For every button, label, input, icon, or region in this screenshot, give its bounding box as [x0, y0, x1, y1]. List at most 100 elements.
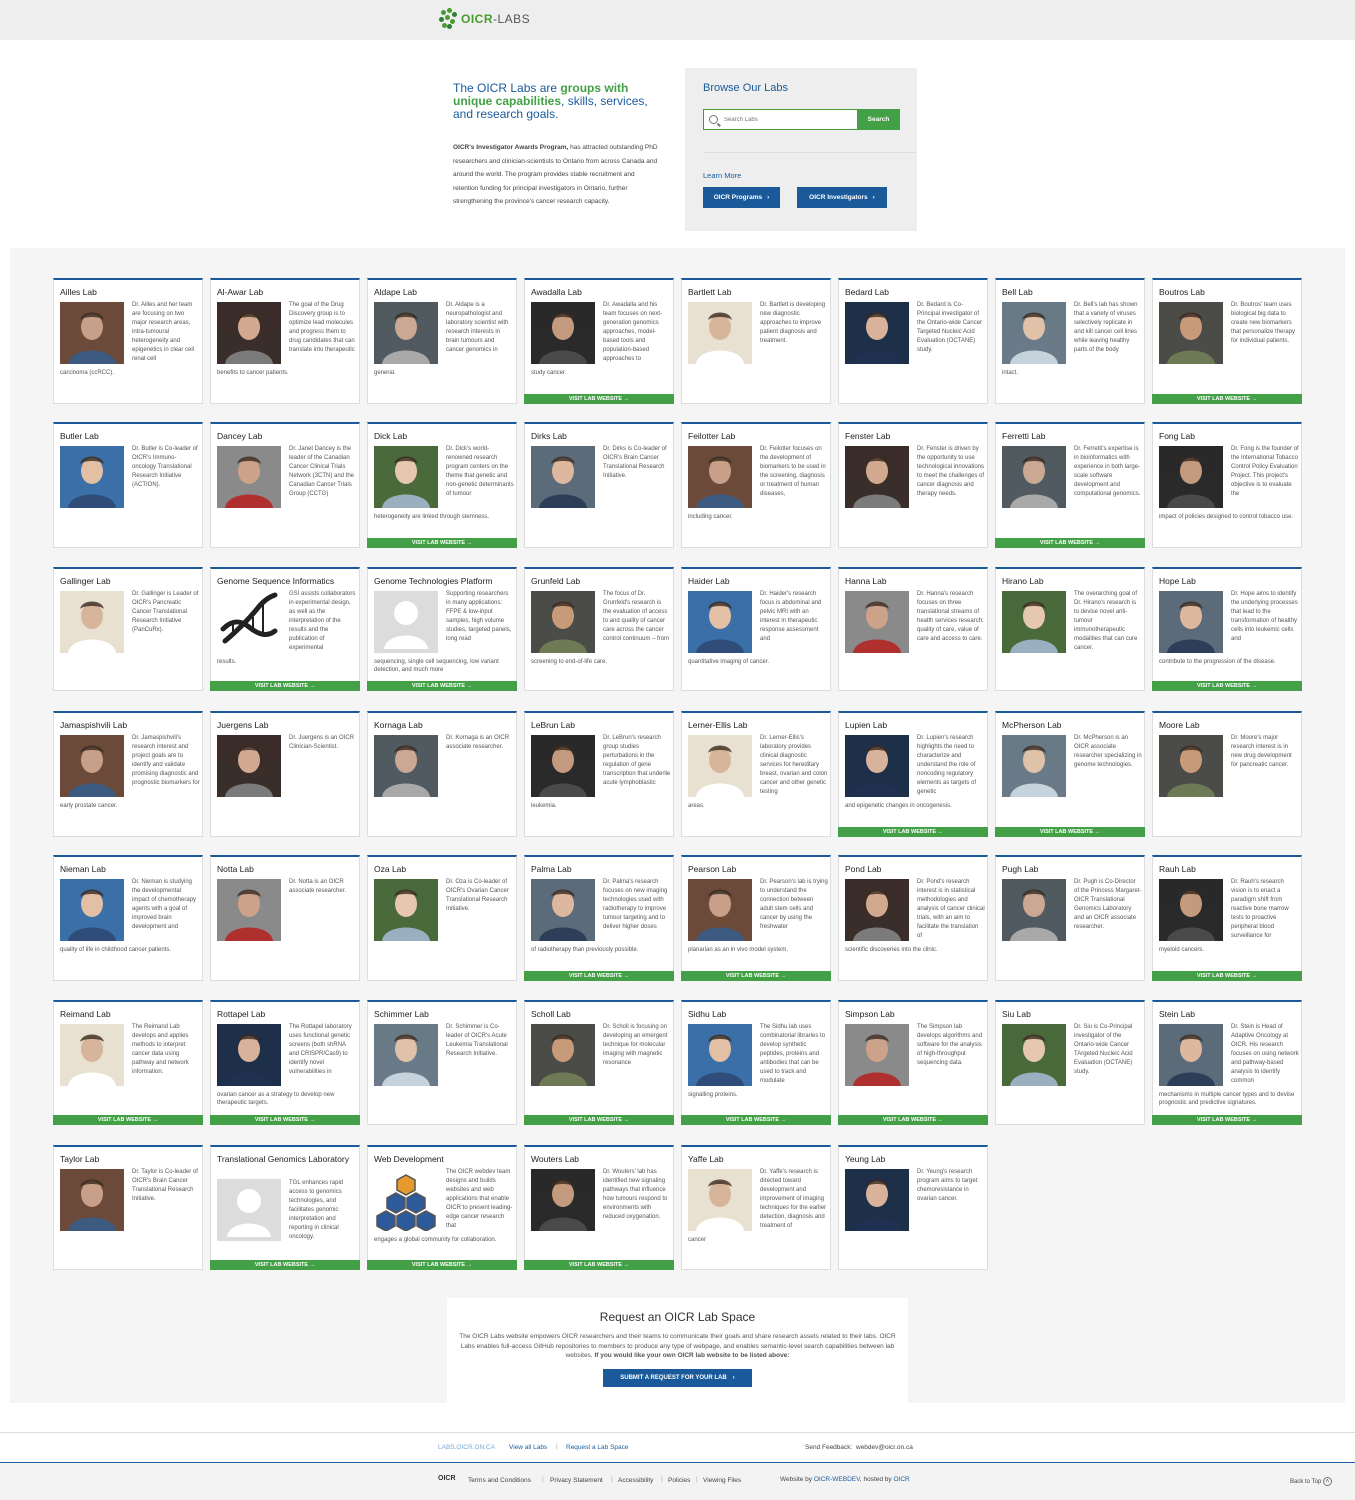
lab-card[interactable]: Dick Lab Dr. Dick's world-renowned resear… [367, 422, 517, 548]
lab-title[interactable]: Ailles Lab [60, 288, 200, 297]
lab-card[interactable]: Grunfeld Lab The focus of Dr. Grunfeld's … [524, 567, 674, 691]
lab-title[interactable]: Lupien Lab [845, 721, 985, 730]
lab-title[interactable]: Translational Genomics Laboratory [217, 1155, 357, 1164]
lab-card[interactable]: Boutros Lab Dr. Boutros' team uses biolog… [1152, 278, 1302, 404]
lab-card[interactable]: Kornaga Lab Dr. Kornaga is an OICR associ… [367, 711, 517, 837]
visit-lab-website-button[interactable]: VISIT LAB WEBSITE → [524, 394, 674, 404]
lab-title[interactable]: Scholl Lab [531, 1010, 671, 1019]
lab-title[interactable]: Yaffe Lab [688, 1155, 828, 1164]
lab-card[interactable]: Translational Genomics Laboratory TGL enh… [210, 1145, 360, 1270]
lab-card[interactable]: Genome Technologies Platform Supporting r… [367, 567, 517, 691]
lab-card[interactable]: Genome Sequence Informatics GSI assists c… [210, 567, 360, 691]
visit-lab-website-button[interactable]: VISIT LAB WEBSITE → [210, 1115, 360, 1125]
site-url-link[interactable]: LABS.OICR.ON.CA [438, 1444, 495, 1451]
lab-card[interactable]: Pugh Lab Dr. Pugh is Co-Director of the P… [995, 855, 1145, 981]
lab-card[interactable]: Siu Lab Dr. Siu is Co-Principal investiga… [995, 1000, 1145, 1125]
lab-title[interactable]: Ferretti Lab [1002, 432, 1142, 441]
lab-card[interactable]: Lupien Lab Dr. Lupien's research highligh… [838, 711, 988, 837]
lab-title[interactable]: Pond Lab [845, 865, 985, 874]
search-button[interactable]: Search [857, 109, 900, 130]
lab-title[interactable]: Jamaspishvili Lab [60, 721, 200, 730]
lab-title[interactable]: Bedard Lab [845, 288, 985, 297]
lab-card[interactable]: Hope Lab Dr. Hope aims to identify the un… [1152, 567, 1302, 691]
lab-card[interactable]: Pearson Lab Dr. Pearson's lab is trying t… [681, 855, 831, 981]
lab-card[interactable]: Fong Lab Dr. Fong is the founder of the I… [1152, 422, 1302, 548]
visit-lab-website-button[interactable]: VISIT LAB WEBSITE → [1152, 681, 1302, 691]
lab-title[interactable]: Siu Lab [1002, 1010, 1142, 1019]
lab-title[interactable]: Rauh Lab [1159, 865, 1299, 874]
lab-title[interactable]: Sidhu Lab [688, 1010, 828, 1019]
lab-card[interactable]: Bell Lab Dr. Bell's lab has shown that a … [995, 278, 1145, 404]
lab-title[interactable]: Grunfeld Lab [531, 577, 671, 586]
lab-title[interactable]: Kornaga Lab [374, 721, 514, 730]
footer-link-policies[interactable]: Policies [668, 1477, 690, 1484]
lab-card[interactable]: Stein Lab Dr. Stein is Head of Adaptive O… [1152, 1000, 1302, 1125]
lab-card[interactable]: Pond Lab Dr. Pond's research interest is … [838, 855, 988, 981]
oicr-investigators-button[interactable]: OICR Investigators › [797, 187, 887, 208]
visit-lab-website-button[interactable]: VISIT LAB WEBSITE → [995, 827, 1145, 837]
lab-card[interactable]: Rauh Lab Dr. Rauh's research vision is to… [1152, 855, 1302, 981]
footer-link-privacy[interactable]: Privacy Statement [550, 1477, 603, 1484]
lab-card[interactable]: Dancey Lab Dr. Janet Dancey is the leader… [210, 422, 360, 548]
lab-title[interactable]: Moore Lab [1159, 721, 1299, 730]
lab-title[interactable]: Juergens Lab [217, 721, 357, 730]
lab-title[interactable]: Hope Lab [1159, 577, 1299, 586]
lab-title[interactable]: Fenster Lab [845, 432, 985, 441]
lab-card[interactable]: Reimand Lab The Reimand Lab develops and … [53, 1000, 203, 1125]
lab-title[interactable]: Hirano Lab [1002, 577, 1142, 586]
lab-title[interactable]: Aldape Lab [374, 288, 514, 297]
lab-title[interactable]: Reimand Lab [60, 1010, 200, 1019]
lab-card[interactable]: Moore Lab Dr. Moore's major research inte… [1152, 711, 1302, 837]
lab-card[interactable]: Gallinger Lab Dr. Gallinger is Leader of … [53, 567, 203, 691]
lab-card[interactable]: McPherson Lab Dr. McPherson is an OICR as… [995, 711, 1145, 837]
lab-title[interactable]: Palma Lab [531, 865, 671, 874]
lab-title[interactable]: LeBrun Lab [531, 721, 671, 730]
lab-title[interactable]: Taylor Lab [60, 1155, 200, 1164]
lab-card[interactable]: Schimmer Lab Dr. Schimmer is Co-leader of… [367, 1000, 517, 1125]
visit-lab-website-button[interactable]: VISIT LAB WEBSITE → [524, 1115, 674, 1125]
lab-title[interactable]: Lerner-Ellis Lab [688, 721, 828, 730]
lab-card[interactable]: Oza Lab Dr. Oza is Co-leader of OICR's Ov… [367, 855, 517, 981]
feedback-email-link[interactable]: webdev@oicr.on.ca [856, 1444, 913, 1451]
visit-lab-website-button[interactable]: VISIT LAB WEBSITE → [367, 681, 517, 691]
lab-card[interactable]: Bartlett Lab Dr. Bartlett is developing n… [681, 278, 831, 404]
lab-card[interactable]: Awadalla Lab Dr. Awadalla and his team fo… [524, 278, 674, 404]
lab-title[interactable]: Rottapel Lab [217, 1010, 357, 1019]
lab-card[interactable]: Web Development The OICR webdev team desi… [367, 1145, 517, 1270]
lab-title[interactable]: Web Development [374, 1155, 514, 1164]
host-link[interactable]: OICR [893, 1476, 909, 1483]
visit-lab-website-button[interactable]: VISIT LAB WEBSITE → [838, 827, 988, 837]
lab-card[interactable]: Taylor Lab Dr. Taylor is Co-leader of OIC… [53, 1145, 203, 1270]
lab-title[interactable]: Pearson Lab [688, 865, 828, 874]
lab-title[interactable]: Oza Lab [374, 865, 514, 874]
visit-lab-website-button[interactable]: VISIT LAB WEBSITE → [1152, 1115, 1302, 1125]
lab-card[interactable]: Ferretti Lab Dr. Ferretti's expertise is … [995, 422, 1145, 548]
search-input[interactable] [724, 116, 844, 123]
lab-title[interactable]: Nieman Lab [60, 865, 200, 874]
visit-lab-website-button[interactable]: VISIT LAB WEBSITE → [367, 1260, 517, 1270]
lab-title[interactable]: Bartlett Lab [688, 288, 828, 297]
lab-title[interactable]: Wouters Lab [531, 1155, 671, 1164]
visit-lab-website-button[interactable]: VISIT LAB WEBSITE → [838, 1115, 988, 1125]
lab-card[interactable]: Aldape Lab Dr. Aldape is a neuropathologi… [367, 278, 517, 404]
lab-title[interactable]: Boutros Lab [1159, 288, 1299, 297]
request-lab-space-link[interactable]: Request a Lab Space [566, 1444, 629, 1451]
view-all-labs-link[interactable]: View all Labs [509, 1444, 547, 1451]
lab-title[interactable]: Gallinger Lab [60, 577, 200, 586]
lab-title[interactable]: Stein Lab [1159, 1010, 1299, 1019]
visit-lab-website-button[interactable]: VISIT LAB WEBSITE → [367, 538, 517, 548]
visit-lab-website-button[interactable]: VISIT LAB WEBSITE → [524, 1260, 674, 1270]
visit-lab-website-button[interactable]: VISIT LAB WEBSITE → [53, 1115, 203, 1125]
lab-card[interactable]: Palma Lab Dr. Palma's research focuses on… [524, 855, 674, 981]
lab-card[interactable]: Lerner-Ellis Lab Dr. Lerner-Ellis's labor… [681, 711, 831, 837]
lab-card[interactable]: Juergens Lab Dr. Juergens is an OICR Clin… [210, 711, 360, 837]
lab-title[interactable]: Bell Lab [1002, 288, 1142, 297]
lab-title[interactable]: Genome Technologies Platform [374, 577, 514, 586]
lab-card[interactable]: Haider Lab Dr. Haider's research focus is… [681, 567, 831, 691]
lab-card[interactable]: Al-Awar Lab The goal of the Drug Discover… [210, 278, 360, 404]
visit-lab-website-button[interactable]: VISIT LAB WEBSITE → [681, 1115, 831, 1125]
lab-title[interactable]: Fong Lab [1159, 432, 1299, 441]
lab-title[interactable]: Pugh Lab [1002, 865, 1142, 874]
oicr-labs-logo[interactable]: OICR-LABS [438, 8, 530, 30]
lab-title[interactable]: Dirks Lab [531, 432, 671, 441]
